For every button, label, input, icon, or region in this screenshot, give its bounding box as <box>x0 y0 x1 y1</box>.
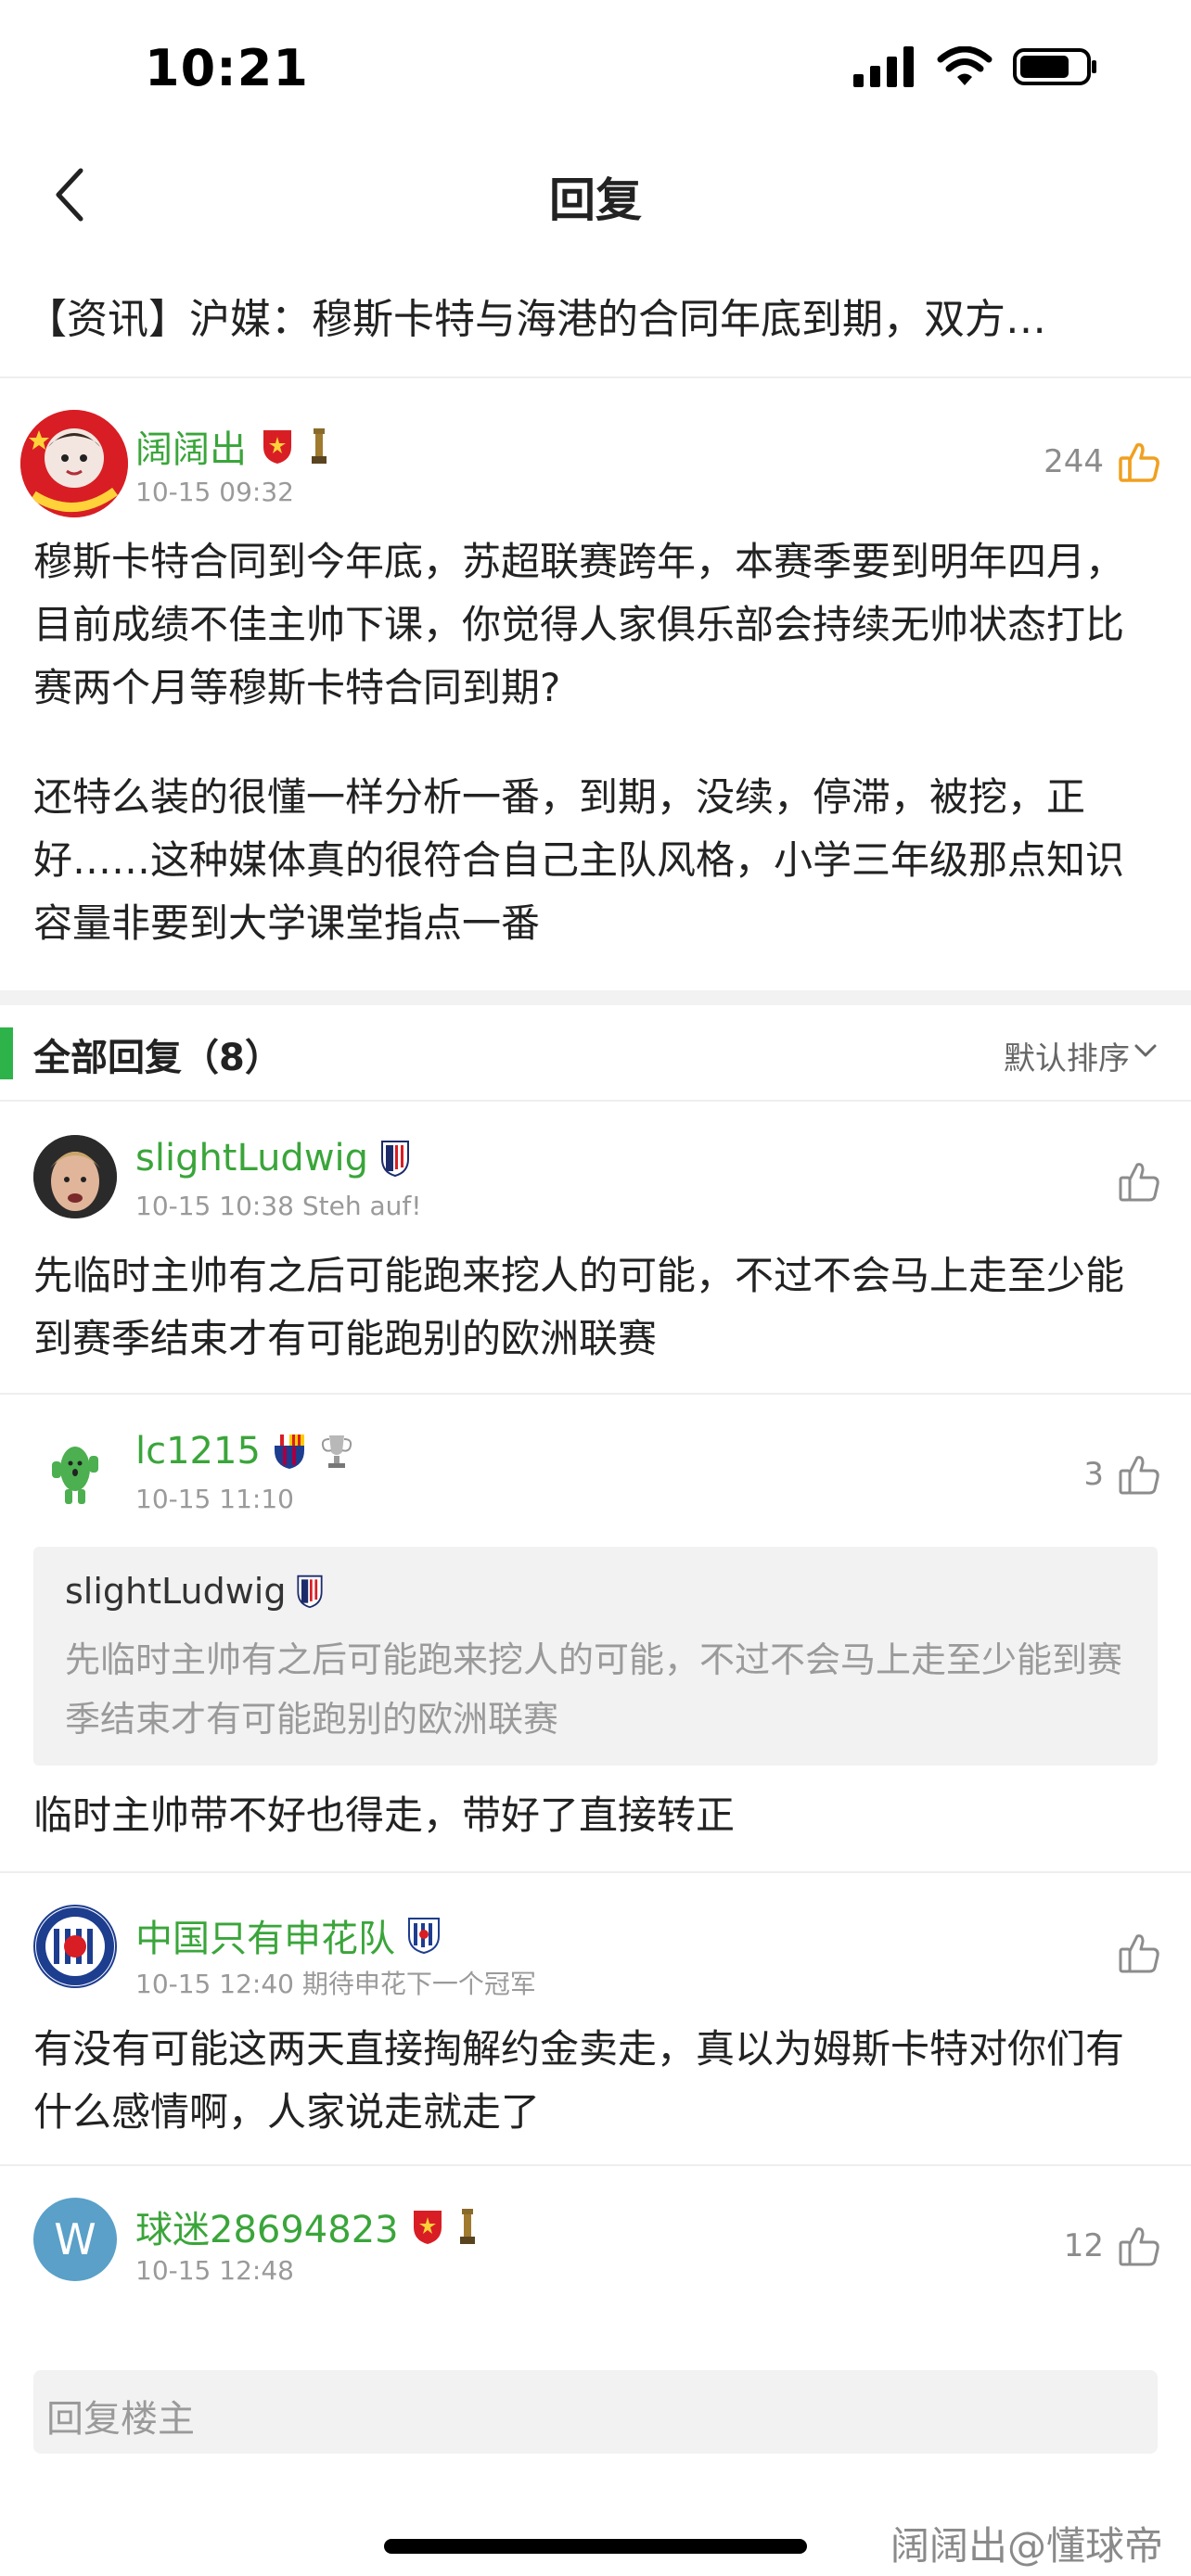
reply-like-count: 12 <box>1063 2227 1104 2264</box>
avatar[interactable] <box>33 1428 117 1511</box>
shanghai-port-team-badge-icon <box>413 2211 442 2244</box>
sort-dropdown[interactable]: 默认排序 <box>1004 1033 1130 1078</box>
accent-bar <box>0 1027 13 1079</box>
champions-trophy-icon <box>321 1435 352 1468</box>
reply-time: 10-15 12:40 <box>135 1969 294 1999</box>
atletico-madrid-badge-icon <box>381 1141 410 1178</box>
trophy-icon <box>459 2209 475 2244</box>
thumbs-up-icon <box>1119 1163 1159 1202</box>
quoted-author: slightLudwig <box>65 1571 287 1612</box>
post-paragraph: 还特么装的很懂一样分析一番，到期，没续，停滞，被挖，正好……这种媒体真的很符合自… <box>33 774 1125 946</box>
status-icons <box>853 46 1098 87</box>
barcelona-badge-icon <box>274 1435 304 1469</box>
avatar-letter: W <box>54 2214 96 2264</box>
player-avatar-icon <box>33 1135 117 1218</box>
reply-like-button[interactable] <box>1104 1159 1161 1204</box>
status-bar: 10:21 <box>0 0 1191 139</box>
divider <box>0 1871 1191 1873</box>
reply-signature: Steh auf! <box>301 1191 422 1221</box>
divider <box>0 376 1191 378</box>
topic-title[interactable]: 【资讯】沪媒：穆斯卡特与海港的合同年底到期，双方… <box>26 286 1167 345</box>
replies-count-title: 全部回复（8） <box>33 1037 282 1079</box>
shenhua-badge-icon <box>36 1907 114 1985</box>
reply-time: 10-15 12:48 <box>135 2255 294 2286</box>
avatar[interactable] <box>33 1135 117 1218</box>
divider <box>0 2164 1191 2166</box>
page-title: 回复 <box>549 173 642 227</box>
avatar[interactable] <box>33 1905 117 1988</box>
home-indicator <box>384 2539 807 2554</box>
reply-input[interactable]: 回复楼主 <box>33 2370 1158 2454</box>
reply-text: 临时主帅带不好也得走，带好了直接转正 <box>33 1792 736 1838</box>
thumbs-up-icon <box>1119 1456 1159 1495</box>
post-like-button[interactable]: 244 <box>1044 440 1161 484</box>
reply-like-count: 3 <box>1083 1456 1104 1493</box>
thumbs-up-icon <box>1119 442 1159 482</box>
reply-text: 有没有可能这两天直接掏解约金卖走，真以为姆斯卡特对你们有什么感情啊，人家说走就走… <box>33 2026 1125 2135</box>
quoted-reply[interactable]: slightLudwig 先临时主帅有之后可能跑来挖人的可能，不过不会马上走至少… <box>33 1547 1158 1766</box>
divider <box>0 1393 1191 1395</box>
post-paragraph: 穆斯卡特合同到今年底，苏超联赛跨年，本赛季要到明年四月，目前成绩不佳主帅下课，你… <box>33 539 1125 710</box>
avatar[interactable] <box>20 410 128 517</box>
reply-author[interactable]: 中国只有申花队 <box>135 1908 395 1962</box>
champion-avatar-icon <box>20 410 128 517</box>
thumbs-up-icon <box>1119 2227 1159 2266</box>
post-time: 10-15 09:32 <box>135 477 294 507</box>
reply-like-button[interactable]: 12 <box>1064 2224 1161 2268</box>
post-author[interactable]: 阔阔出 <box>135 419 247 473</box>
reply-author[interactable]: lc1215 <box>135 1430 261 1473</box>
shenhua-team-badge-icon <box>408 1918 440 1955</box>
shanghai-port-team-badge-icon <box>263 430 291 464</box>
avatar[interactable]: W <box>33 2198 117 2281</box>
battery-icon <box>1013 48 1096 85</box>
reply-meta: 10-15 12:40 期待申花下一个冠军 <box>135 1964 536 2001</box>
divider <box>0 1100 1191 1102</box>
watermark: 阔阔出@懂球帝 <box>890 2523 1163 2569</box>
status-time: 10:21 <box>145 39 309 97</box>
quoted-text: 先临时主帅有之后可能跑来挖人的可能，不过不会马上走至少能到赛季结束才有可能跑别的… <box>65 1639 1123 1740</box>
reply-meta: 10-15 10:38 Steh auf! <box>135 1191 421 1221</box>
atletico-madrid-badge-icon <box>297 1575 324 1609</box>
reply-time: 10-15 11:10 <box>135 1484 294 1514</box>
wifi-icon <box>937 46 992 85</box>
replies-header: 全部回复（8） 默认排序 <box>0 1007 1191 1100</box>
reply-item: W 球迷28694823 10-15 12:48 12 <box>0 2168 1191 2316</box>
cellular-signal-icon <box>853 46 914 87</box>
quoted-author-row: slightLudwig <box>65 1571 325 1612</box>
post-like-count: 244 <box>1044 443 1104 480</box>
post-author-row: 阔阔出 <box>135 419 330 473</box>
reply-text: 先临时主帅有之后可能跑来挖人的可能，不过不会马上走至少能到赛季结束才有可能跑别的… <box>33 1253 1125 1361</box>
chevron-down-icon[interactable] <box>1133 1039 1158 1063</box>
trophy-icon <box>312 428 327 464</box>
reply-time: 10-15 10:38 <box>135 1191 294 1221</box>
reply-author-row: lc1215 <box>135 1430 355 1473</box>
nav-bar: 回复 <box>0 139 1191 250</box>
reply-author[interactable]: slightLudwig <box>135 1137 368 1180</box>
reply-like-button[interactable] <box>1104 1931 1161 1975</box>
reply-author[interactable]: 球迷28694823 <box>135 2200 399 2253</box>
reply-signature: 期待申花下一个冠军 <box>301 1969 536 1999</box>
reply-like-button[interactable]: 3 <box>1083 1452 1161 1497</box>
reply-author-row: 球迷28694823 <box>135 2200 479 2253</box>
reply-author-row: 中国只有申花队 <box>135 1908 442 1962</box>
cactuar-avatar-icon <box>52 1447 98 1504</box>
reply-author-row: slightLudwig <box>135 1137 411 1180</box>
section-divider <box>0 990 1191 1005</box>
thumbs-up-icon <box>1119 1934 1159 1973</box>
